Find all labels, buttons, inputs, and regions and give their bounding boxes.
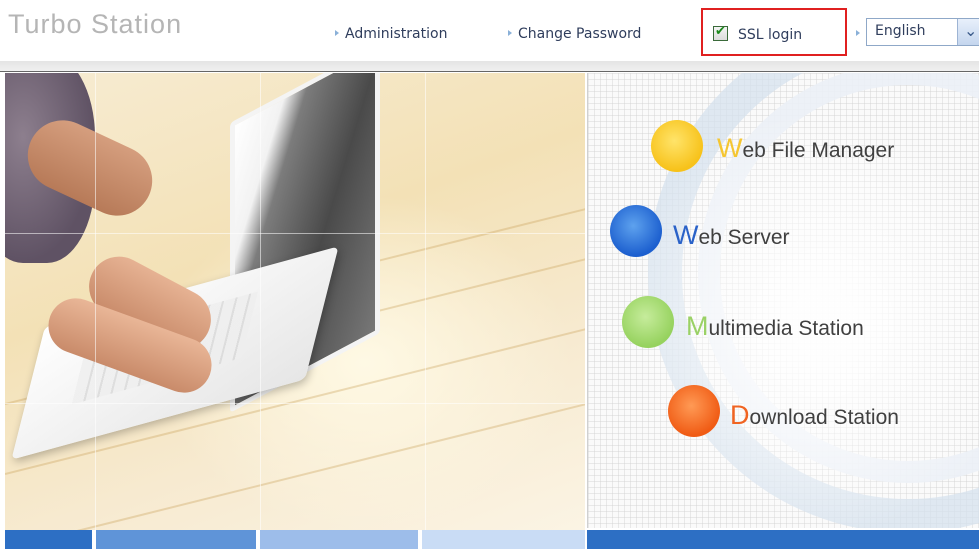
photo-grid-line <box>5 403 585 404</box>
download-station-link[interactable]: Download Station <box>668 383 979 439</box>
web-file-manager-label: Web File Manager <box>717 132 895 163</box>
yellow-ball-icon <box>651 120 703 172</box>
change-password-label: Change Password <box>518 26 642 42</box>
bullet-arrow-icon <box>508 30 512 36</box>
web-file-manager-link[interactable]: Web File Manager <box>651 118 979 174</box>
bullet-arrow-icon <box>335 30 339 36</box>
multimedia-station-label: Multimedia Station <box>686 310 864 341</box>
strip-segment <box>5 530 92 549</box>
brand-title: Turbo Station <box>8 9 183 39</box>
bottom-color-strip <box>0 530 979 549</box>
photo-grid-line <box>95 73 96 530</box>
checkmark-icon: ✔ <box>715 24 726 39</box>
hero-photo <box>5 73 585 530</box>
multimedia-station-link[interactable]: Multimedia Station <box>622 294 952 350</box>
green-ball-icon <box>622 296 674 348</box>
strip-segment <box>422 530 585 549</box>
photo-grid-line <box>425 73 426 530</box>
header-divider <box>0 61 979 72</box>
orange-ball-icon <box>668 385 720 437</box>
download-station-label: Download Station <box>730 399 899 430</box>
language-selected-value: English <box>875 23 926 39</box>
ssl-login-label[interactable]: SSL login <box>738 27 802 43</box>
photo-grid-line <box>260 73 261 530</box>
strip-segment <box>587 530 979 549</box>
bullet-arrow-icon <box>856 30 860 36</box>
administration-label: Administration <box>345 26 448 42</box>
top-bar: Turbo Station Administration Change Pass… <box>0 0 979 62</box>
blue-ball-icon <box>610 205 662 257</box>
language-dropdown-button[interactable]: ⌄ <box>957 19 979 45</box>
ssl-login-highlight: ✔ SSL login <box>701 8 847 56</box>
strip-segment <box>260 530 418 549</box>
strip-segment <box>96 530 256 549</box>
language-select[interactable]: English ⌄ <box>866 18 979 46</box>
service-menu-panel: Web File Manager Web Server Multimedia S… <box>587 73 979 528</box>
administration-link[interactable]: Administration <box>335 26 447 42</box>
chevron-down-icon: ⌄ <box>964 21 978 40</box>
change-password-link[interactable]: Change Password <box>508 26 641 42</box>
web-server-label: Web Server <box>673 219 790 250</box>
photo-grid-line <box>5 233 585 234</box>
ssl-login-checkbox[interactable]: ✔ <box>713 24 728 41</box>
web-server-link[interactable]: Web Server <box>610 203 940 259</box>
